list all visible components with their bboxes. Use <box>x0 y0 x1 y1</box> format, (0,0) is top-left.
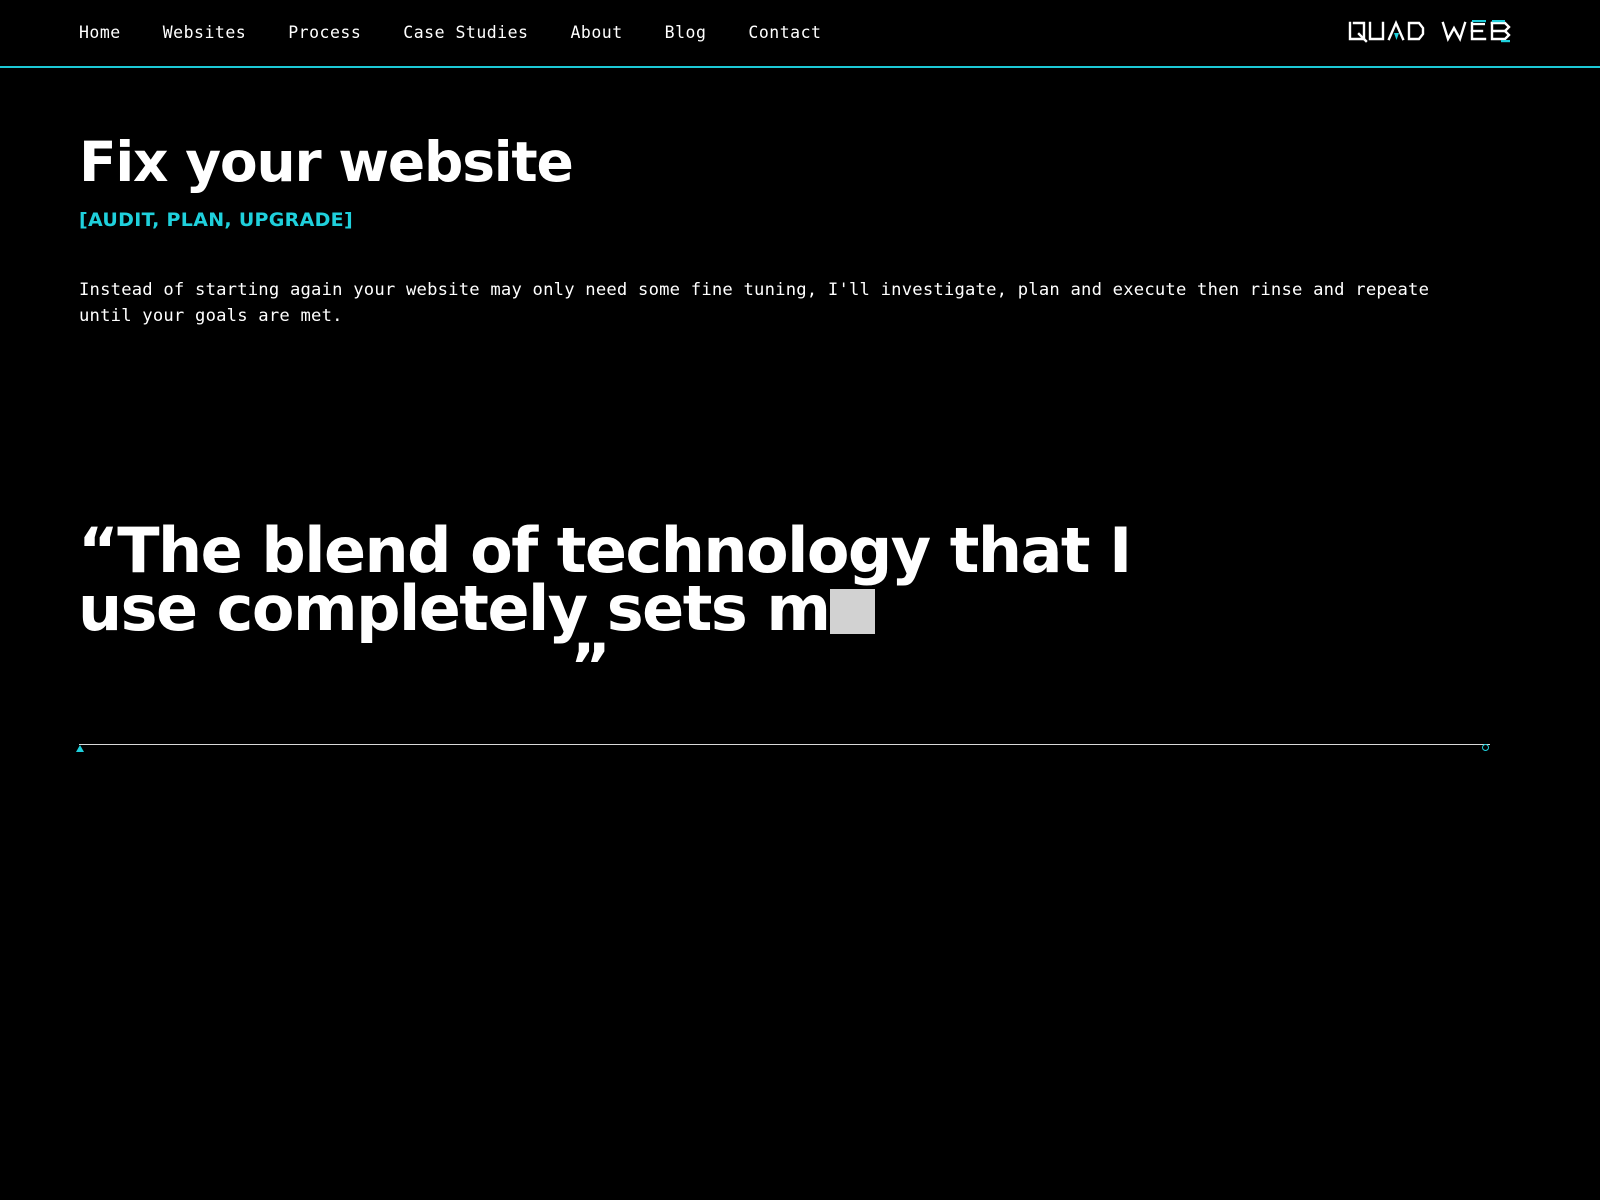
missing-glyph-box <box>830 589 876 634</box>
hero-description: Instead of starting again your website m… <box>79 280 1430 326</box>
nav-item-blog[interactable]: Blog <box>665 21 707 46</box>
nav-item-about[interactable]: About <box>571 21 623 46</box>
triangle-up-icon[interactable] <box>76 745 84 752</box>
nav-links: Home Websites Process Case Studies About… <box>79 21 821 46</box>
quote-closing-mark: ” <box>570 630 611 703</box>
main-navigation: Home Websites Process Case Studies About… <box>0 0 1600 68</box>
quote-line-2-text: use completely sets m <box>78 572 831 645</box>
hero-section: Fix your website [AUDIT, PLAN, UPGRADE] <box>79 130 1479 232</box>
quad-web-logo-icon <box>1346 14 1522 48</box>
page-title: Fix your website <box>79 130 574 194</box>
nav-item-home[interactable]: Home <box>79 21 121 46</box>
quote-text: “The blend of technology that I use comp… <box>78 520 1498 640</box>
rail-line <box>79 744 1490 745</box>
nav-item-process[interactable]: Process <box>288 21 361 46</box>
hero-kicker: [AUDIT, PLAN, UPGRADE] <box>79 209 353 232</box>
nav-item-case-studies[interactable]: Case Studies <box>403 21 528 46</box>
testimonial-quote: “The blend of technology that I use comp… <box>78 520 1498 703</box>
circle-outline-icon[interactable] <box>1482 744 1489 751</box>
nav-item-websites[interactable]: Websites <box>163 21 246 46</box>
slider-rail[interactable] <box>76 744 1490 758</box>
nav-item-contact[interactable]: Contact <box>748 21 821 46</box>
quote-line-2: use completely sets m <box>78 578 1498 640</box>
site-logo[interactable] <box>1346 14 1522 48</box>
